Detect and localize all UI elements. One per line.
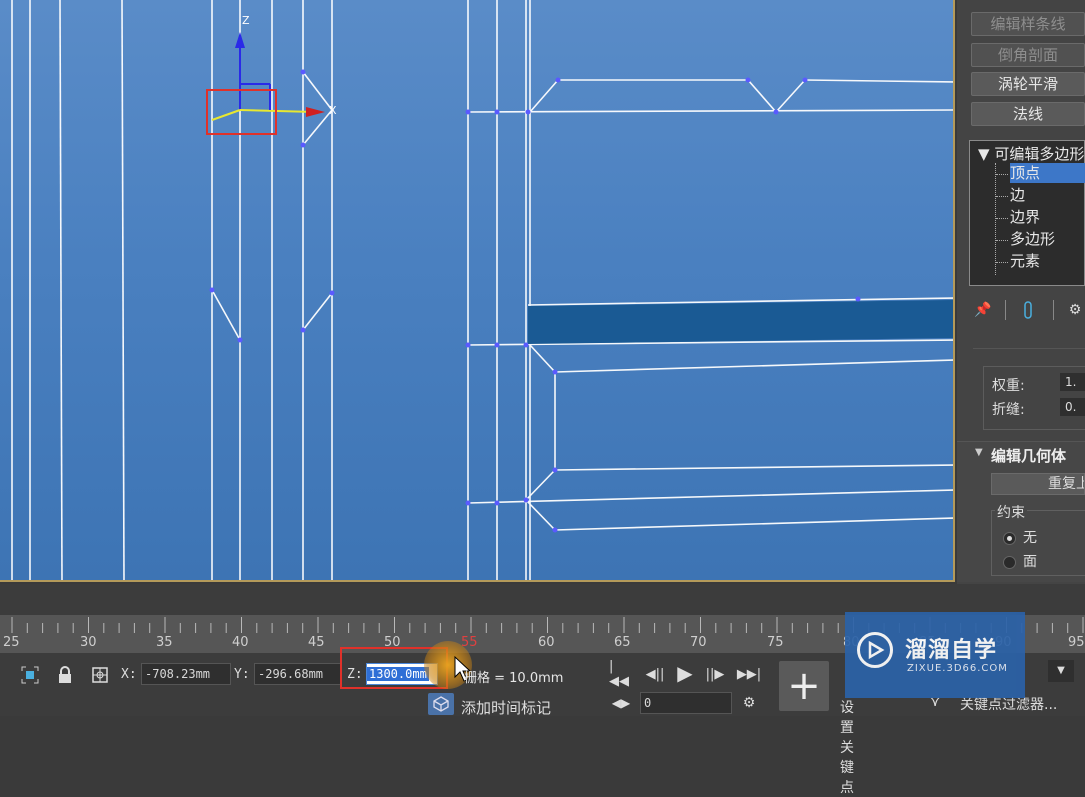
make-unique-icon[interactable]: ⚙	[1065, 300, 1085, 320]
play-logo-icon	[857, 632, 893, 668]
turbosmooth-button[interactable]: 涡轮平滑	[971, 72, 1085, 96]
stack-item-vertex[interactable]: 顶点	[1010, 163, 1085, 183]
tick-label: 25	[3, 635, 20, 650]
x-coordinate-field[interactable]: -708.23mm	[141, 663, 231, 685]
absolute-mode-icon[interactable]	[90, 665, 110, 685]
tick-label: 60	[538, 635, 555, 650]
gizmo-x-label: X	[329, 104, 337, 117]
add-time-tag-label[interactable]: 添加时间标记	[461, 697, 551, 718]
edit-geometry-title[interactable]: 编辑几何体	[991, 445, 1066, 466]
status-bar: X: -708.23mm Y: -296.68mm Z: 1300.0mm 栅格…	[0, 641, 854, 796]
grid-size-label: 栅格 = 10.0mm	[464, 671, 564, 686]
repeat-last-button[interactable]: 重复上	[991, 473, 1085, 495]
gizmo-z-label: Z	[242, 14, 250, 27]
tick-label: 45	[308, 635, 325, 650]
weight-crease-group: 权重: 1. 折缝: 0.	[983, 366, 1085, 430]
selection-lock-icon[interactable]	[56, 665, 74, 685]
key-mode-icon[interactable]: ◀▶	[610, 693, 632, 713]
tick-label: 75	[767, 635, 784, 650]
play-icon[interactable]: ▶	[674, 661, 696, 685]
watermark-url: ZIXUE.3D66.COM	[907, 663, 1008, 674]
modifier-stack[interactable]: ▼ 可编辑多边形 顶点 边 边界 多边形 元素	[969, 140, 1085, 286]
key-dropdown[interactable]: ▼	[1048, 660, 1074, 682]
gizmo-highlight-box	[206, 89, 277, 135]
collapse-triangle-icon[interactable]: ▼	[978, 145, 990, 163]
tick-label: 40	[232, 635, 249, 650]
current-frame-field[interactable]: 0	[640, 692, 732, 714]
tick-label: 30	[80, 635, 97, 650]
tick-label: 35	[156, 635, 173, 650]
set-key-label[interactable]: 设置关键点	[840, 697, 854, 797]
wireframe-mesh: Z X	[11, 0, 953, 580]
tick-label: 65	[614, 635, 631, 650]
weight-label: 权重:	[992, 378, 1025, 394]
watermark-title: 溜溜自学	[905, 638, 998, 663]
stack-item-polygon[interactable]: 多边形	[1010, 229, 1055, 249]
crease-label: 折缝:	[992, 402, 1025, 418]
show-end-result-icon[interactable]	[1021, 300, 1035, 320]
edit-spline-button[interactable]: 编辑样条线	[971, 12, 1085, 36]
previous-frame-icon[interactable]: ◀||	[644, 663, 666, 685]
rollout-triangle-icon[interactable]: ▼	[975, 447, 983, 458]
x-label: X:	[121, 667, 137, 682]
constraint-face-radio[interactable]	[1003, 556, 1016, 569]
constraint-none-radio[interactable]	[1003, 532, 1016, 545]
tick-label: 95	[1068, 635, 1085, 650]
isolate-selection-icon[interactable]	[20, 665, 40, 685]
constraint-face-label: 面	[1023, 554, 1037, 570]
next-frame-icon[interactable]: ||▶	[704, 663, 726, 685]
pin-stack-icon[interactable]: 📌	[973, 300, 993, 320]
set-key-big-button[interactable]: +	[779, 661, 829, 711]
stack-item-element[interactable]: 元素	[1010, 251, 1040, 271]
constraints-title: 约束	[995, 502, 1027, 522]
y-coordinate-field[interactable]: -296.68mm	[254, 663, 342, 685]
stack-item-edge[interactable]: 边	[1010, 185, 1025, 205]
watermark: 溜溜自学 ZIXUE.3D66.COM	[845, 612, 1025, 698]
command-panel: 编辑样条线 倒角剖面 涡轮平滑 法线 ▼ 可编辑多边形 顶点 边 边界 多边形 …	[957, 0, 1085, 600]
constraint-none-label: 无	[1023, 530, 1037, 546]
stack-root-item[interactable]: ▼ 可编辑多边形	[978, 143, 1084, 164]
normal-button[interactable]: 法线	[971, 102, 1085, 126]
crease-field[interactable]: 0.	[1060, 398, 1085, 416]
viewport-perspective[interactable]: Z X	[0, 0, 955, 582]
go-to-start-icon[interactable]: |◀◀	[609, 659, 631, 689]
time-config-icon[interactable]: ⚙	[738, 693, 760, 713]
y-label: Y:	[234, 667, 250, 682]
go-to-end-icon[interactable]: ▶▶|	[736, 663, 762, 685]
tick-label: 70	[690, 635, 707, 650]
bevel-profile-button[interactable]: 倒角剖面	[971, 43, 1085, 67]
stack-item-border[interactable]: 边界	[1010, 207, 1040, 227]
time-tag-icon[interactable]	[428, 693, 454, 715]
weight-field[interactable]: 1.	[1060, 373, 1085, 391]
